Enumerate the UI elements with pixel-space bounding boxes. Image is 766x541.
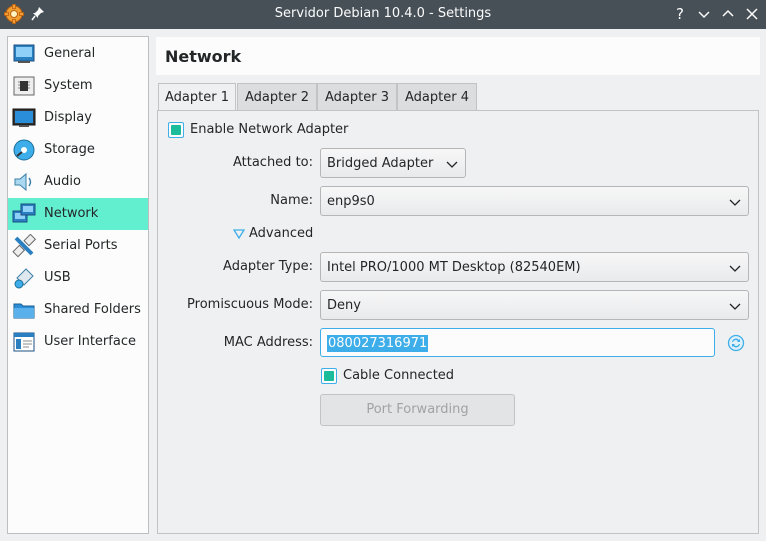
help-icon: ? <box>676 5 684 23</box>
adapter-type-select[interactable]: Intel PRO/1000 MT Desktop (82540EM) <box>320 252 749 282</box>
tab-adapter-3[interactable]: Adapter 3 <box>317 83 397 111</box>
chevron-down-icon <box>729 265 741 272</box>
mac-address-label: MAC Address: <box>223 335 313 350</box>
expand-triangle-icon[interactable] <box>233 228 245 240</box>
adapter-type-value: Intel PRO/1000 MT Desktop (82540EM) <box>327 260 581 275</box>
title-bar[interactable]: Servidor Debian 10.4.0 - Settings ? <box>0 0 766 29</box>
network-icon <box>12 203 36 223</box>
sidebar-item-label: Display <box>44 110 92 125</box>
sidebar-item-system[interactable]: System <box>8 70 148 102</box>
audio-icon <box>14 172 32 192</box>
sidebar-item-network[interactable]: Network <box>8 198 148 230</box>
svg-text:?: ? <box>676 5 684 23</box>
sidebar-item-display[interactable]: Display <box>8 102 148 134</box>
general-icon <box>13 44 35 63</box>
adapter-type-label: Adapter Type: <box>223 259 313 274</box>
name-value: enp9s0 <box>327 194 375 209</box>
tab-adapter-1[interactable]: Adapter 1 <box>158 83 236 112</box>
usb-icon <box>14 268 34 289</box>
chevron-up-icon <box>722 9 734 17</box>
name-label: Name: <box>270 193 313 208</box>
sidebar-item-shared-folders[interactable]: Shared Folders <box>8 294 148 326</box>
mac-address-input[interactable]: 080027316971 <box>320 328 715 357</box>
refresh-mac-icon[interactable] <box>727 334 745 352</box>
sidebar-item-label: Storage <box>44 142 95 157</box>
promiscuous-mode-select[interactable]: Deny <box>320 290 749 320</box>
sidebar-item-label: System <box>44 78 93 93</box>
sidebar-item-usb[interactable]: USB <box>8 262 148 294</box>
chevron-down-icon <box>729 303 741 310</box>
tab-adapter-2[interactable]: Adapter 2 <box>237 83 317 111</box>
name-select[interactable]: enp9s0 <box>320 186 749 216</box>
user-interface-icon <box>13 332 35 352</box>
promiscuous-mode-label: Promiscuous Mode: <box>187 297 313 312</box>
cable-connected-checkbox[interactable] <box>321 368 337 384</box>
sidebar-item-label: User Interface <box>44 334 136 349</box>
help-button[interactable]: ? <box>671 5 689 23</box>
attached-to-select[interactable]: Bridged Adapter <box>320 148 466 178</box>
chevron-down-icon <box>729 199 741 206</box>
page-header: Network <box>156 37 760 75</box>
maximize-button[interactable] <box>719 5 737 23</box>
storage-icon <box>13 139 35 161</box>
sidebar-item-serial-ports[interactable]: Serial Ports <box>8 230 148 262</box>
attached-to-value: Bridged Adapter <box>327 156 434 171</box>
enable-adapter-label[interactable]: Enable Network Adapter <box>190 122 348 137</box>
close-icon <box>746 8 758 20</box>
tab-adapter-4[interactable]: Adapter 4 <box>397 83 477 111</box>
mac-address-value: 080027316971 <box>327 335 429 352</box>
cable-connected-label[interactable]: Cable Connected <box>343 368 454 383</box>
chevron-down-icon <box>446 161 458 168</box>
serial-ports-icon <box>12 234 36 258</box>
sidebar-item-audio[interactable]: Audio <box>8 166 148 198</box>
sidebar-item-user-interface[interactable]: User Interface <box>8 326 148 358</box>
promiscuous-mode-value: Deny <box>327 298 361 313</box>
display-icon <box>12 108 36 127</box>
sidebar-item-label: General <box>44 46 96 61</box>
advanced-toggle[interactable]: Advanced <box>249 226 313 241</box>
system-icon <box>13 76 35 96</box>
close-button[interactable] <box>743 5 761 23</box>
sidebar-item-label: Audio <box>44 174 81 189</box>
sidebar-item-label: Network <box>44 206 99 221</box>
chevron-down-icon <box>698 11 710 19</box>
sidebar-item-general[interactable]: General <box>8 38 148 70</box>
sidebar-item-label: Shared Folders <box>44 302 141 317</box>
port-forwarding-button[interactable]: Port Forwarding <box>320 394 515 426</box>
attached-to-label: Attached to: <box>232 155 313 170</box>
page-title: Network <box>165 47 242 66</box>
sidebar-item-label: USB <box>44 270 71 285</box>
settings-sidebar: General System Display Storage Audio Net… <box>7 36 149 534</box>
sidebar-item-storage[interactable]: Storage <box>8 134 148 166</box>
enable-adapter-checkbox[interactable] <box>168 122 184 138</box>
sidebar-item-label: Serial Ports <box>44 238 118 253</box>
shared-folders-icon <box>13 303 35 319</box>
window-title: Servidor Debian 10.4.0 - Settings <box>274 6 492 21</box>
minimize-button[interactable] <box>695 5 713 23</box>
